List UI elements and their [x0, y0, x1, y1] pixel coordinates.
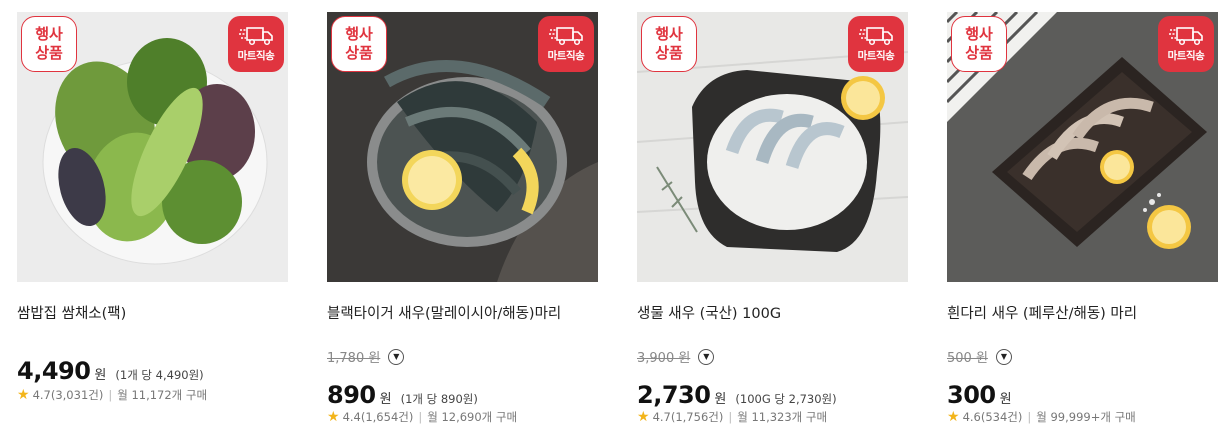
- divider: |: [418, 410, 423, 424]
- sale-badge: 행사 상품: [951, 16, 1007, 72]
- original-price: 1,780 원 ▼: [327, 347, 405, 366]
- delivery-truck-icon: [1169, 27, 1203, 46]
- star-icon: ★: [947, 409, 960, 425]
- divider: |: [108, 388, 113, 402]
- mart-delivery-badge: 마트직송: [228, 16, 284, 72]
- delivery-truck-icon: [859, 27, 893, 46]
- original-price-value: 3,900 원: [637, 351, 691, 366]
- sale-badge: 행사 상품: [21, 16, 77, 72]
- product-name[interactable]: 생물 새우 (국산) 100G: [637, 302, 781, 323]
- rating-row: ★ 4.7(1,756건) | 월 11,323개 구매: [637, 409, 827, 425]
- price: 4,490 원 (1개 당 4,490원): [17, 357, 204, 385]
- product-image[interactable]: 행사 상품 마트직송: [947, 12, 1218, 282]
- sale-price: 2,730: [637, 381, 711, 409]
- divider: |: [1027, 410, 1032, 424]
- purchase-count: 월 99,999+개 구매: [1036, 410, 1136, 424]
- sale-price: 890: [327, 381, 376, 409]
- mart-delivery-badge: 마트직송: [1158, 16, 1214, 72]
- currency-label: 원: [714, 392, 727, 407]
- original-price: 3,900 원 ▼: [637, 347, 715, 366]
- price: 300 원: [947, 381, 1012, 409]
- currency-label: 원: [94, 368, 107, 383]
- product-image[interactable]: 행사 상품 마트직송: [17, 12, 288, 282]
- rating-row: ★ 4.7(3,031건) | 월 11,172개 구매: [17, 387, 207, 403]
- product-name[interactable]: 블랙타이거 새우(말레이시아/해동)마리: [327, 302, 561, 323]
- divider: |: [728, 410, 733, 424]
- price-detail-toggle-icon[interactable]: ▼: [995, 348, 1012, 365]
- star-icon: ★: [637, 409, 650, 425]
- original-price-value: 1,780 원: [327, 351, 381, 366]
- star-icon: ★: [327, 409, 340, 425]
- rating-text: 4.7(3,031건): [32, 388, 104, 402]
- unit-price: (1개 당 890원): [400, 392, 478, 406]
- sale-price: 300: [947, 381, 996, 409]
- delivery-truck-icon: [239, 27, 273, 46]
- unit-price: (1개 당 4,490원): [115, 368, 204, 382]
- product-name[interactable]: 흰다리 새우 (페루산/해동) 마리: [947, 302, 1137, 323]
- product-card[interactable]: 행사 상품 마트직송 블랙타이거 새우(말레이시아/해동)마리 1,780 원 …: [327, 12, 598, 442]
- rating-text: 4.4(1,654건): [342, 410, 414, 424]
- price-detail-toggle-icon[interactable]: ▼: [388, 348, 405, 365]
- currency-label: 원: [999, 392, 1012, 407]
- price: 890 원 (1개 당 890원): [327, 381, 478, 409]
- rating-text: 4.6(534건): [962, 410, 1023, 424]
- purchase-count: 월 11,172개 구매: [117, 388, 208, 402]
- purchase-count: 월 12,690개 구매: [427, 410, 518, 424]
- delivery-truck-icon: [549, 27, 583, 46]
- sale-price: 4,490: [17, 357, 91, 385]
- purchase-count: 월 11,323개 구매: [737, 410, 828, 424]
- price-detail-toggle-icon[interactable]: ▼: [698, 348, 715, 365]
- product-card[interactable]: 행사 상품 마트직송 흰다리 새우 (페루산/해동) 마리 500 원 ▼ 30…: [947, 12, 1218, 442]
- sale-badge: 행사 상품: [331, 16, 387, 72]
- star-icon: ★: [17, 387, 30, 403]
- rating-row: ★ 4.4(1,654건) | 월 12,690개 구매: [327, 409, 517, 425]
- product-name[interactable]: 쌈밥집 쌈채소(팩): [17, 302, 126, 323]
- currency-label: 원: [379, 392, 392, 407]
- product-card[interactable]: 행사 상품 마트직송 쌈밥집 쌈채소(팩) 4,490 원 (1개 당 4,49…: [17, 12, 288, 442]
- original-price-value: 500 원: [947, 351, 988, 366]
- original-price: 500 원 ▼: [947, 347, 1012, 366]
- product-image[interactable]: 행사 상품 마트직송: [327, 12, 598, 282]
- product-card[interactable]: 행사 상품 마트직송 생물 새우 (국산) 100G 3,900 원 ▼ 2,7…: [637, 12, 908, 442]
- rating-row: ★ 4.6(534건) | 월 99,999+개 구매: [947, 409, 1136, 425]
- sale-badge: 행사 상품: [641, 16, 697, 72]
- product-image[interactable]: 행사 상품 마트직송: [637, 12, 908, 282]
- price: 2,730 원 (100G 당 2,730원): [637, 381, 837, 409]
- unit-price: (100G 당 2,730원): [735, 392, 837, 406]
- mart-delivery-badge: 마트직송: [848, 16, 904, 72]
- rating-text: 4.7(1,756건): [652, 410, 724, 424]
- mart-delivery-badge: 마트직송: [538, 16, 594, 72]
